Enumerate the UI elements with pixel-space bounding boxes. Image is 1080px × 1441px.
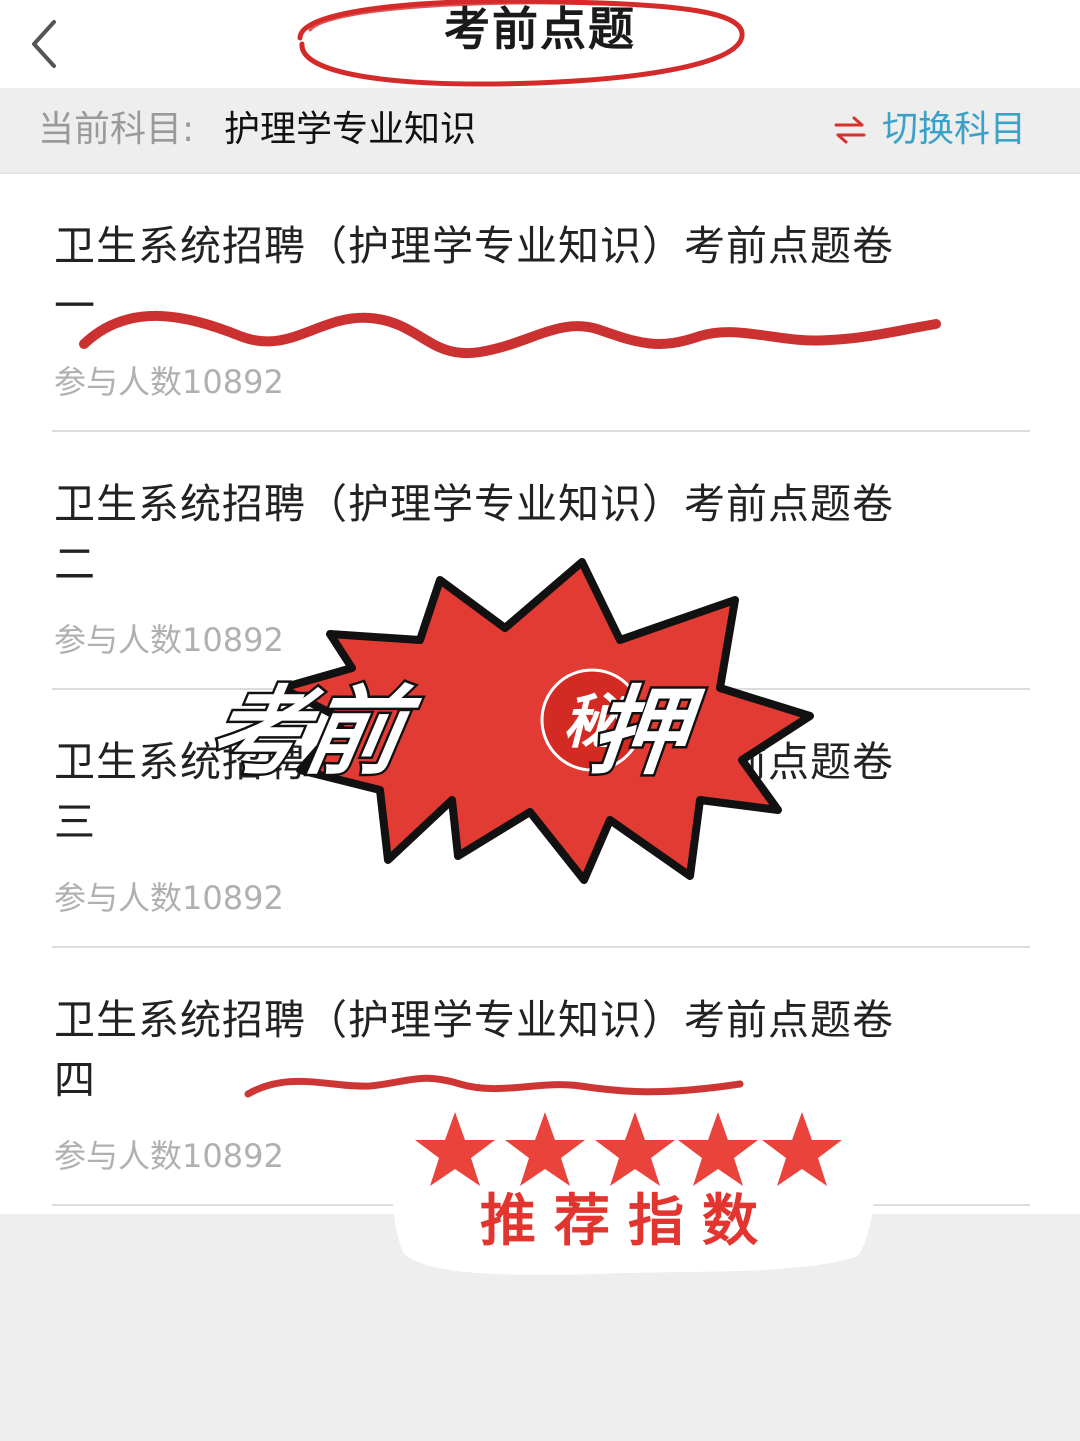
paper-item-1[interactable]: 卫生系统招聘（护理学专业知识）考前点题卷一 参与人数10892 (52, 174, 1030, 432)
empty-area (0, 1214, 1080, 1441)
paper-title: 卫生系统招聘（护理学专业知识）考前点题卷三 (54, 738, 894, 846)
switch-subject-button[interactable]: 切换科目 (832, 106, 1026, 154)
participant-count: 参与人数10892 (54, 621, 284, 659)
paper-title: 卫生系统招聘（护理学专业知识）考前点题卷二 (54, 480, 894, 588)
paper-item-3[interactable]: 卫生系统招聘（护理学专业知识）考前点题卷三 参与人数10892 (52, 690, 1030, 948)
header-bar: 考前点题 (0, 0, 1080, 88)
current-subject: 护理学专业知识 (224, 109, 477, 150)
paper-title: 卫生系统招聘（护理学专业知识）考前点题卷一 (54, 222, 894, 330)
participant-count: 参与人数10892 (54, 363, 284, 401)
paper-item-2[interactable]: 卫生系统招聘（护理学专业知识）考前点题卷二 参与人数10892 (52, 432, 1030, 690)
paper-item-4[interactable]: 卫生系统招聘（护理学专业知识）考前点题卷四 参与人数10892 (52, 948, 1030, 1206)
paper-list: 卫生系统招聘（护理学专业知识）考前点题卷一 参与人数10892 卫生系统招聘（护… (0, 174, 1080, 1206)
participant-count: 参与人数10892 (54, 1137, 284, 1175)
paper-title: 卫生系统招聘（护理学专业知识）考前点题卷四 (54, 996, 894, 1104)
subject-label: 当前科目: (38, 109, 195, 150)
switch-subject-label: 切换科目 (881, 109, 1026, 150)
swap-arrows-icon (834, 116, 866, 144)
page-title: 考前点题 (444, 2, 636, 56)
subject-bar: 当前科目: 护理学专业知识 切换科目 (0, 88, 1080, 174)
participant-count: 参与人数10892 (54, 879, 284, 917)
